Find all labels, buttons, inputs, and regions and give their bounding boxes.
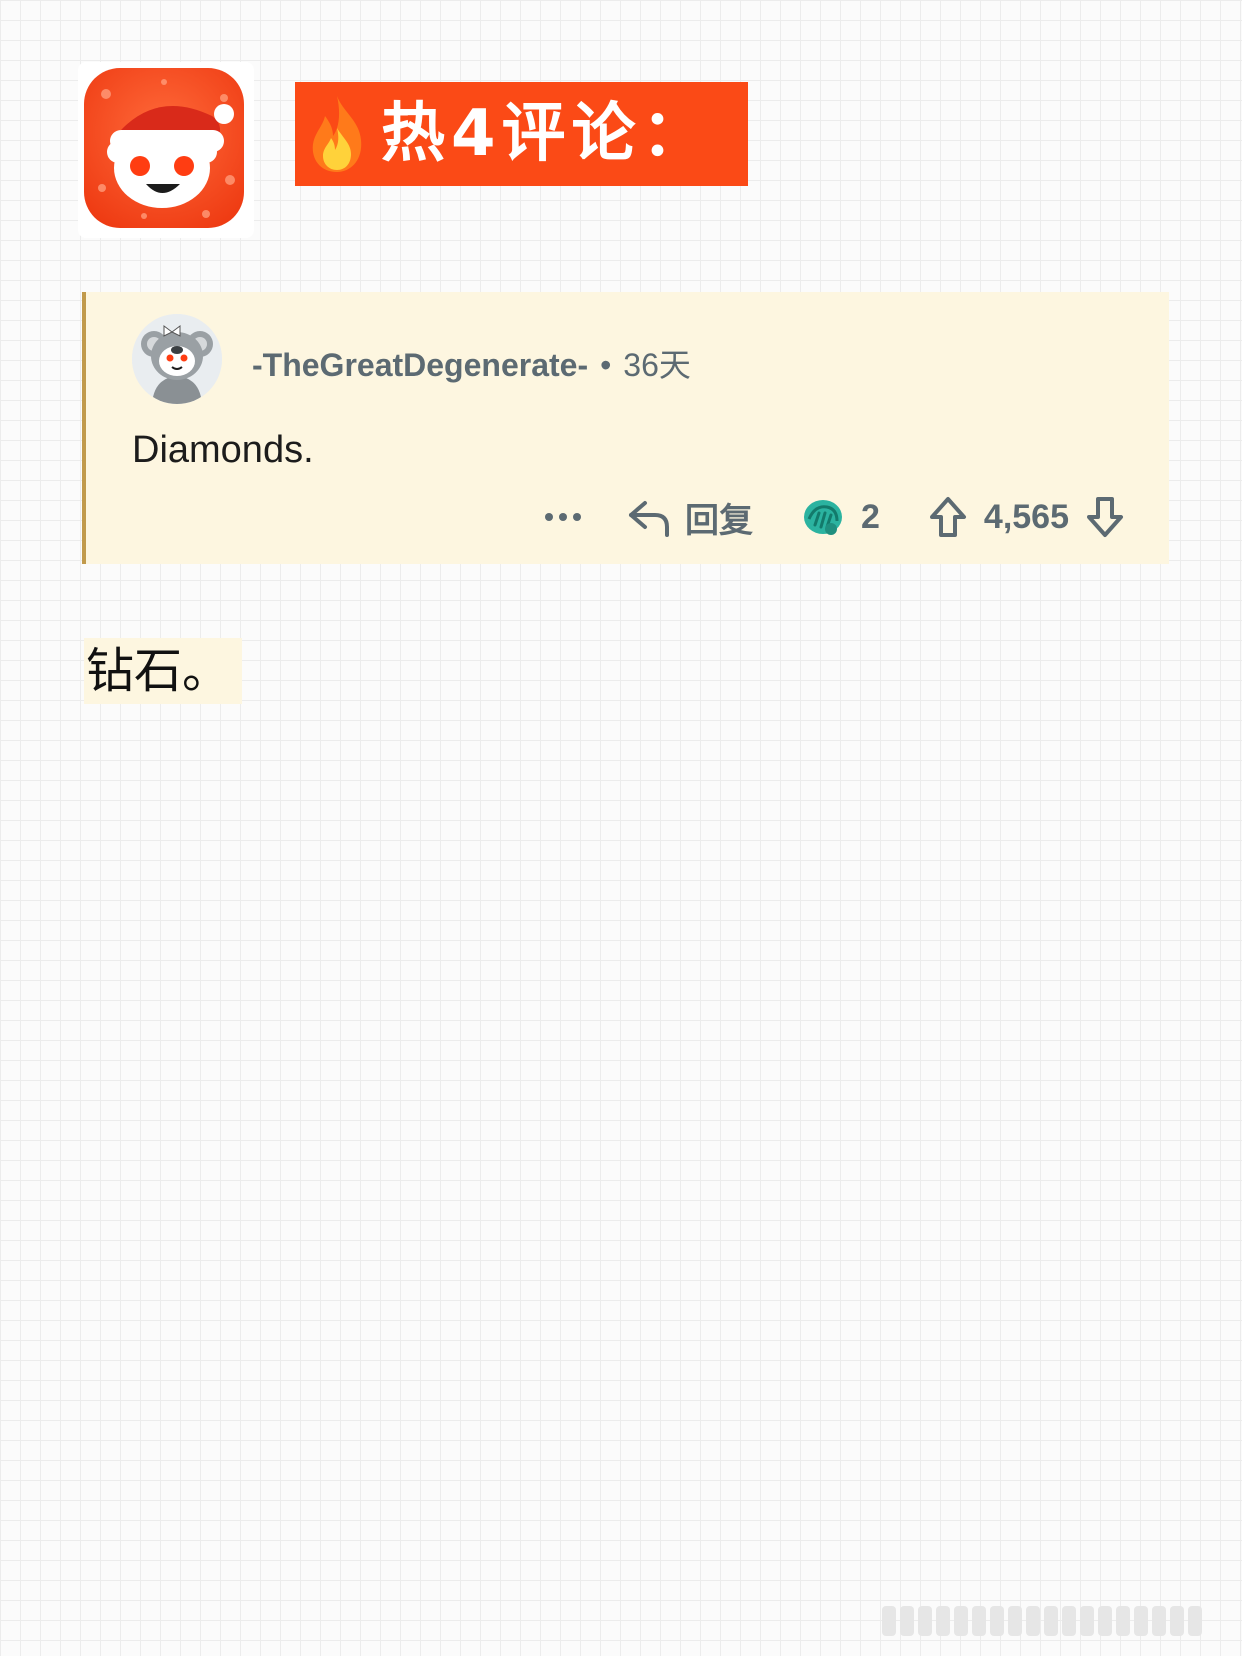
award-count: 2: [860, 497, 880, 536]
fire-icon: [312, 96, 362, 172]
comment-age: 36天: [623, 347, 691, 383]
meta-separator: •: [600, 347, 612, 383]
comment-actions: 回复 2 4,565: [539, 492, 1125, 542]
comment-card: -TheGreatDegenerate- • 36天 Diamonds. 回复: [82, 292, 1169, 564]
more-dots-icon: [544, 513, 581, 521]
downvote-arrow-icon[interactable]: [1085, 495, 1125, 539]
upvote-arrow-icon[interactable]: [928, 495, 968, 539]
comment-body: Diamonds.: [132, 429, 314, 471]
comment-meta: -TheGreatDegenerate- • 36天: [252, 340, 691, 386]
reddit-santa-icon: [84, 68, 244, 228]
title-banner: 热4评论：: [295, 82, 748, 186]
avatar[interactable]: [132, 314, 222, 404]
username[interactable]: -TheGreatDegenerate-: [252, 347, 588, 383]
award-button[interactable]: 2: [801, 495, 880, 539]
page-title: 热4评论：: [381, 97, 712, 171]
vote-score: 4,565: [983, 497, 1069, 536]
app-icon-frame: [78, 62, 254, 238]
reply-label: 回复: [684, 501, 753, 540]
reply-button[interactable]: 回复: [627, 493, 753, 542]
award-hands-icon: [803, 500, 842, 535]
reply-arrow-icon: [628, 501, 669, 537]
vote-control: 4,565: [928, 495, 1125, 539]
watermark: [882, 1606, 1202, 1636]
translation-text: 钻石。: [84, 638, 243, 704]
more-options-button[interactable]: [539, 497, 587, 537]
